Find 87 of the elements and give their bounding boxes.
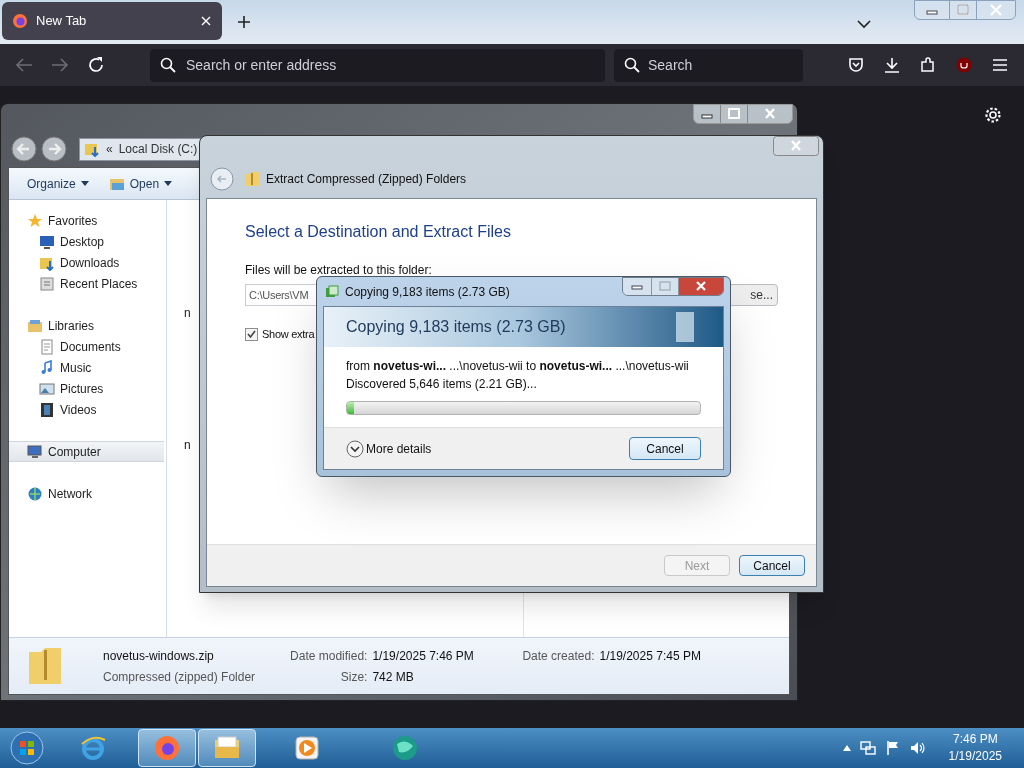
taskbar-button[interactable] — [198, 729, 256, 767]
firefox-icon — [12, 13, 28, 29]
file-type: Compressed (zipped) Folder — [103, 668, 256, 686]
taskbar-button[interactable] — [138, 729, 196, 767]
download-icon[interactable] — [884, 57, 900, 73]
nav-item[interactable]: Libraries — [9, 315, 166, 336]
zip-folder-icon — [27, 646, 63, 686]
nav-item[interactable]: Recent Places — [9, 273, 166, 294]
music-note-icon — [39, 359, 55, 376]
field-label: Date created: — [522, 647, 595, 665]
media-player-icon — [293, 734, 321, 762]
file-name: novetus-windows.zip — [103, 647, 215, 665]
caret-icon — [80, 181, 89, 186]
dialog-heading: Copying 9,183 items (2.73 GB) — [346, 317, 566, 337]
caret-icon — [164, 181, 173, 186]
checkbox[interactable] — [245, 327, 258, 341]
cancel-button[interactable]: Cancel — [739, 555, 805, 576]
close-icon[interactable] — [679, 278, 723, 295]
field-value: 1/19/2025 7:45 PM — [599, 647, 702, 665]
start-orb-icon[interactable] — [10, 731, 44, 765]
speaker-icon[interactable] — [909, 740, 926, 756]
clock-date: 1/19/2025 — [948, 748, 1002, 765]
back-arrow-icon[interactable] — [15, 57, 33, 73]
nav-item[interactable]: Downloads — [9, 252, 166, 273]
nav-item[interactable]: Favorites — [9, 210, 166, 231]
zip-folder-icon — [244, 171, 260, 187]
star-icon — [27, 212, 43, 229]
chevron-down-icon[interactable] — [346, 439, 364, 458]
chevron-up-icon[interactable] — [842, 745, 851, 751]
globe-icon — [391, 734, 419, 762]
folder-icon — [108, 176, 125, 191]
forward-arrow-icon[interactable] — [51, 57, 69, 73]
browse-button[interactable]: se... — [728, 284, 778, 306]
copy-path-text: from novetus-wi... ...\novetus-wii to novetus-wi... ...\novetus-wii — [346, 358, 690, 375]
field-label: Files will be extracted to this folder: — [245, 262, 433, 279]
film-icon — [39, 401, 55, 418]
search-icon — [160, 56, 176, 73]
firefox-icon — [153, 734, 181, 762]
nav-item[interactable]: Music — [9, 357, 166, 378]
puzzle-icon[interactable] — [920, 57, 936, 73]
file-name: n — [184, 437, 191, 454]
breadcrumb-chevron[interactable]: « — [106, 140, 113, 158]
monitor-icon — [27, 443, 43, 460]
nav-item[interactable]: Computer — [9, 441, 164, 462]
folder-icon — [84, 141, 100, 157]
search-icon — [624, 56, 640, 73]
clock[interactable]: 7:46 PM 1/19/2025 — [948, 731, 1002, 765]
search-field[interactable]: Search — [614, 48, 803, 82]
browser-icon — [79, 734, 107, 762]
toolbar-button[interactable]: Organize — [27, 174, 89, 193]
nav-item[interactable]: Desktop — [9, 231, 166, 252]
field-value: 742 MB — [372, 668, 415, 686]
chevron-down-icon[interactable] — [857, 19, 871, 29]
picture-icon — [39, 380, 55, 397]
nav-item[interactable]: Network — [9, 483, 166, 504]
globe-icon — [27, 485, 43, 502]
file-name: n — [184, 305, 191, 322]
nav-item[interactable]: Videos — [9, 399, 166, 420]
library-icon — [27, 317, 43, 334]
dialog-title: Copying 9,183 items (2.73 GB) — [345, 284, 510, 301]
checkbox-label: Show extra — [262, 327, 315, 342]
menu-icon[interactable] — [992, 58, 1008, 72]
pocket-icon[interactable] — [848, 57, 864, 73]
nav-item[interactable]: Pictures — [9, 378, 166, 399]
more-details-button[interactable]: More details — [346, 439, 432, 458]
copy-status-text: Discovered 5,646 items (2.21 GB)... — [346, 376, 538, 393]
clock-time: 7:46 PM — [952, 731, 998, 748]
network-icon[interactable] — [859, 740, 876, 756]
desktop-icon — [39, 233, 55, 250]
settings-icon[interactable] — [984, 106, 1002, 124]
new-tab-icon[interactable] — [237, 15, 251, 29]
shield-icon[interactable] — [956, 57, 972, 73]
field-label: Size: — [340, 668, 368, 686]
nav-item[interactable]: Documents — [9, 336, 166, 357]
field-value: 1/19/2025 7:46 PM — [372, 647, 475, 665]
address-field[interactable]: Search or enter address — [150, 48, 605, 82]
breadcrumb-item[interactable]: Local Disk (C:) — [118, 140, 198, 158]
toolbar-button[interactable]: Open — [108, 174, 173, 193]
copy-icon — [325, 285, 339, 299]
field-label: Date modified: — [290, 647, 368, 665]
flag-icon[interactable] — [884, 740, 901, 756]
reload-icon[interactable] — [87, 56, 105, 74]
dialog-title: Extract Compressed (Zipped) Folders — [266, 171, 467, 188]
dialog-heading: Select a Destination and Extract Files — [245, 222, 512, 242]
cancel-button[interactable]: Cancel — [629, 437, 701, 460]
browser-tab[interactable]: New Tab — [2, 2, 222, 40]
tab-title[interactable]: New Tab — [36, 11, 192, 31]
